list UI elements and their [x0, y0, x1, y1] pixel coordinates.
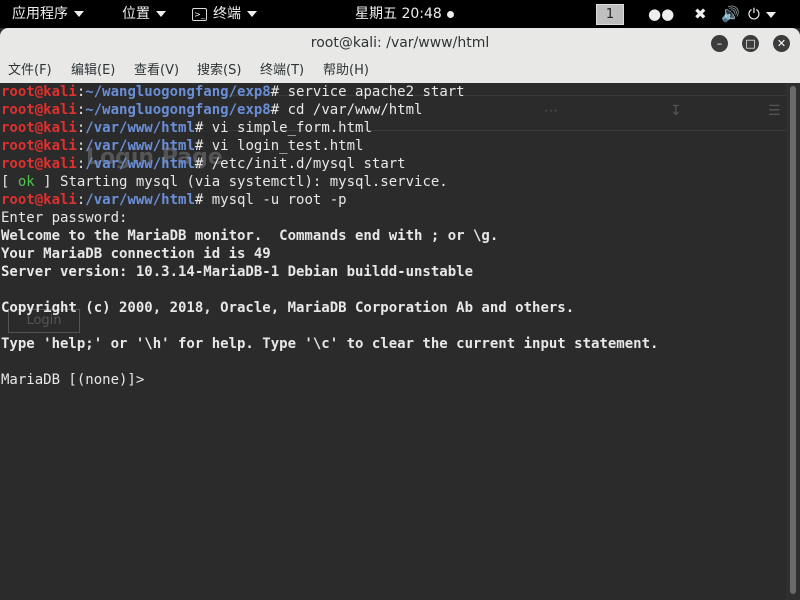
window-titlebar[interactable]: root@kali: /var/www/html – □ ✕ [0, 28, 800, 59]
menu-terminal[interactable]: 终端(T) [260, 59, 304, 83]
places-menu[interactable]: 位置 [122, 0, 166, 28]
terminal-area[interactable]: ⋯ ↧ ☰ Login Page Login root@kali:~/wangl… [0, 83, 786, 600]
menu-file[interactable]: 文件(F) [8, 59, 52, 83]
prompt-user: root@kali [1, 192, 77, 208]
prompt-path: /var/www/html [85, 192, 195, 208]
menu-search[interactable]: 搜索(S) [197, 59, 241, 83]
command-text: vi simple_form.html [203, 120, 372, 136]
close-button[interactable]: ✕ [773, 35, 790, 52]
window-title: root@kali: /var/www/html [310, 35, 490, 51]
chevron-down-icon [247, 11, 257, 17]
users-icon[interactable]: ●● [648, 0, 674, 28]
prompt-symbol: # [270, 102, 280, 118]
terminal-line: root@kali:/var/www/html# mysql -u root -… [1, 191, 658, 209]
prompt-path: /var/www/html [85, 156, 195, 172]
prompt-user: root@kali [1, 138, 77, 154]
status-ok: ok [17, 174, 35, 190]
terminal-line: root@kali:/var/www/html# /etc/init.d/mys… [1, 155, 658, 173]
terminal-line: Welcome to the MariaDB monitor. Commands… [1, 227, 658, 245]
output-text: Copyright (c) 2000, 2018, Oracle, MariaD… [1, 300, 575, 316]
volume-icon[interactable]: 🔊 [721, 0, 740, 28]
menu-view[interactable]: 查看(V) [134, 59, 179, 83]
output-text: Server version: 10.3.14-MariaDB-1 Debian… [1, 264, 474, 280]
minimize-button[interactable]: – [711, 35, 728, 52]
prompt-user: root@kali [1, 102, 77, 118]
prompt-user: root@kali [1, 84, 77, 100]
menu-bar: 文件(F) 编辑(E) 查看(V) 搜索(S) 终端(T) 帮助(H) [0, 59, 800, 84]
power-icon[interactable]: ⏻ [748, 0, 776, 28]
status-text: Starting mysql (via systemctl): mysql.se… [60, 174, 448, 190]
prompt-path: ~/wangluogongfang/exp8 [85, 84, 271, 100]
network-icon[interactable]: ✖ [694, 0, 707, 28]
clock[interactable]: 星期五 20:48 [355, 0, 454, 28]
terminal-icon: >_ [192, 7, 207, 21]
command-text: /etc/init.d/mysql start [203, 156, 406, 172]
output-text: Your MariaDB connection id is 49 [1, 246, 271, 262]
hamburger-icon: ☰ [768, 103, 781, 119]
prompt-path: /var/www/html [85, 120, 195, 136]
places-label: 位置 [122, 6, 150, 22]
prompt-user: root@kali [1, 120, 77, 136]
applications-label: 应用程序 [12, 6, 68, 22]
terminal-line: root@kali:~/wangluogongfang/exp8# servic… [1, 83, 658, 101]
terminal-line: root@kali:~/wangluogongfang/exp8# cd /va… [1, 101, 658, 119]
applications-menu[interactable]: 应用程序 [12, 0, 84, 28]
terminal-line: MariaDB [(none)]> [1, 371, 658, 389]
prompt-symbol: # [270, 84, 280, 100]
chevron-down-icon [156, 11, 166, 17]
terminal-line: root@kali:/var/www/html# vi login_test.h… [1, 137, 658, 155]
terminal-label: 终端 [213, 6, 241, 22]
chevron-down-icon [765, 11, 776, 18]
scrollbar[interactable] [786, 83, 800, 600]
workspace-indicator[interactable]: 1 [596, 4, 624, 25]
command-text: service apache2 start [279, 84, 465, 100]
menu-help[interactable]: 帮助(H) [323, 59, 369, 83]
output-text: Welcome to the MariaDB monitor. Commands… [1, 228, 499, 244]
terminal-line: Enter password: [1, 209, 658, 227]
terminal-app-menu[interactable]: >_ 终端 [192, 0, 257, 28]
menu-edit[interactable]: 编辑(E) [71, 59, 115, 83]
command-text: mysql -u root -p [203, 192, 347, 208]
maximize-button[interactable]: □ [742, 35, 759, 52]
terminal-line: Your MariaDB connection id is 49 [1, 245, 658, 263]
notification-dot-icon [446, 10, 454, 18]
terminal-line: Copyright (c) 2000, 2018, Oracle, MariaD… [1, 299, 658, 317]
chevron-down-icon [74, 11, 84, 17]
output-text: Enter password: [1, 210, 128, 226]
status-bracket-close: ] [34, 174, 61, 190]
terminal-line: Server version: 10.3.14-MariaDB-1 Debian… [1, 263, 658, 281]
output-text: Type 'help;' or '\h' for help. Type '\c'… [1, 336, 659, 352]
scrollbar-thumb[interactable] [790, 86, 796, 594]
download-icon: ↧ [670, 103, 682, 119]
prompt-path: /var/www/html [85, 138, 195, 154]
prompt-path: ~/wangluogongfang/exp8 [85, 102, 271, 118]
status-bracket-open: [ [1, 174, 18, 190]
clock-label: 星期五 20:48 [355, 6, 442, 22]
command-text: vi login_test.html [203, 138, 364, 154]
prompt-user: root@kali [1, 156, 77, 172]
command-text: cd /var/www/html [279, 102, 423, 118]
terminal-output: root@kali:~/wangluogongfang/exp8# servic… [1, 83, 658, 389]
terminal-line: root@kali:/var/www/html# vi simple_form.… [1, 119, 658, 137]
terminal-line: [ ok ] Starting mysql (via systemctl): m… [1, 173, 658, 191]
top-panel: 应用程序 位置 >_ 终端 星期五 20:48 1 ●● ✖ 🔊 ⏻ [0, 0, 800, 28]
output-text: MariaDB [(none)]> [1, 372, 145, 388]
terminal-line: Type 'help;' or '\h' for help. Type '\c'… [1, 335, 658, 353]
